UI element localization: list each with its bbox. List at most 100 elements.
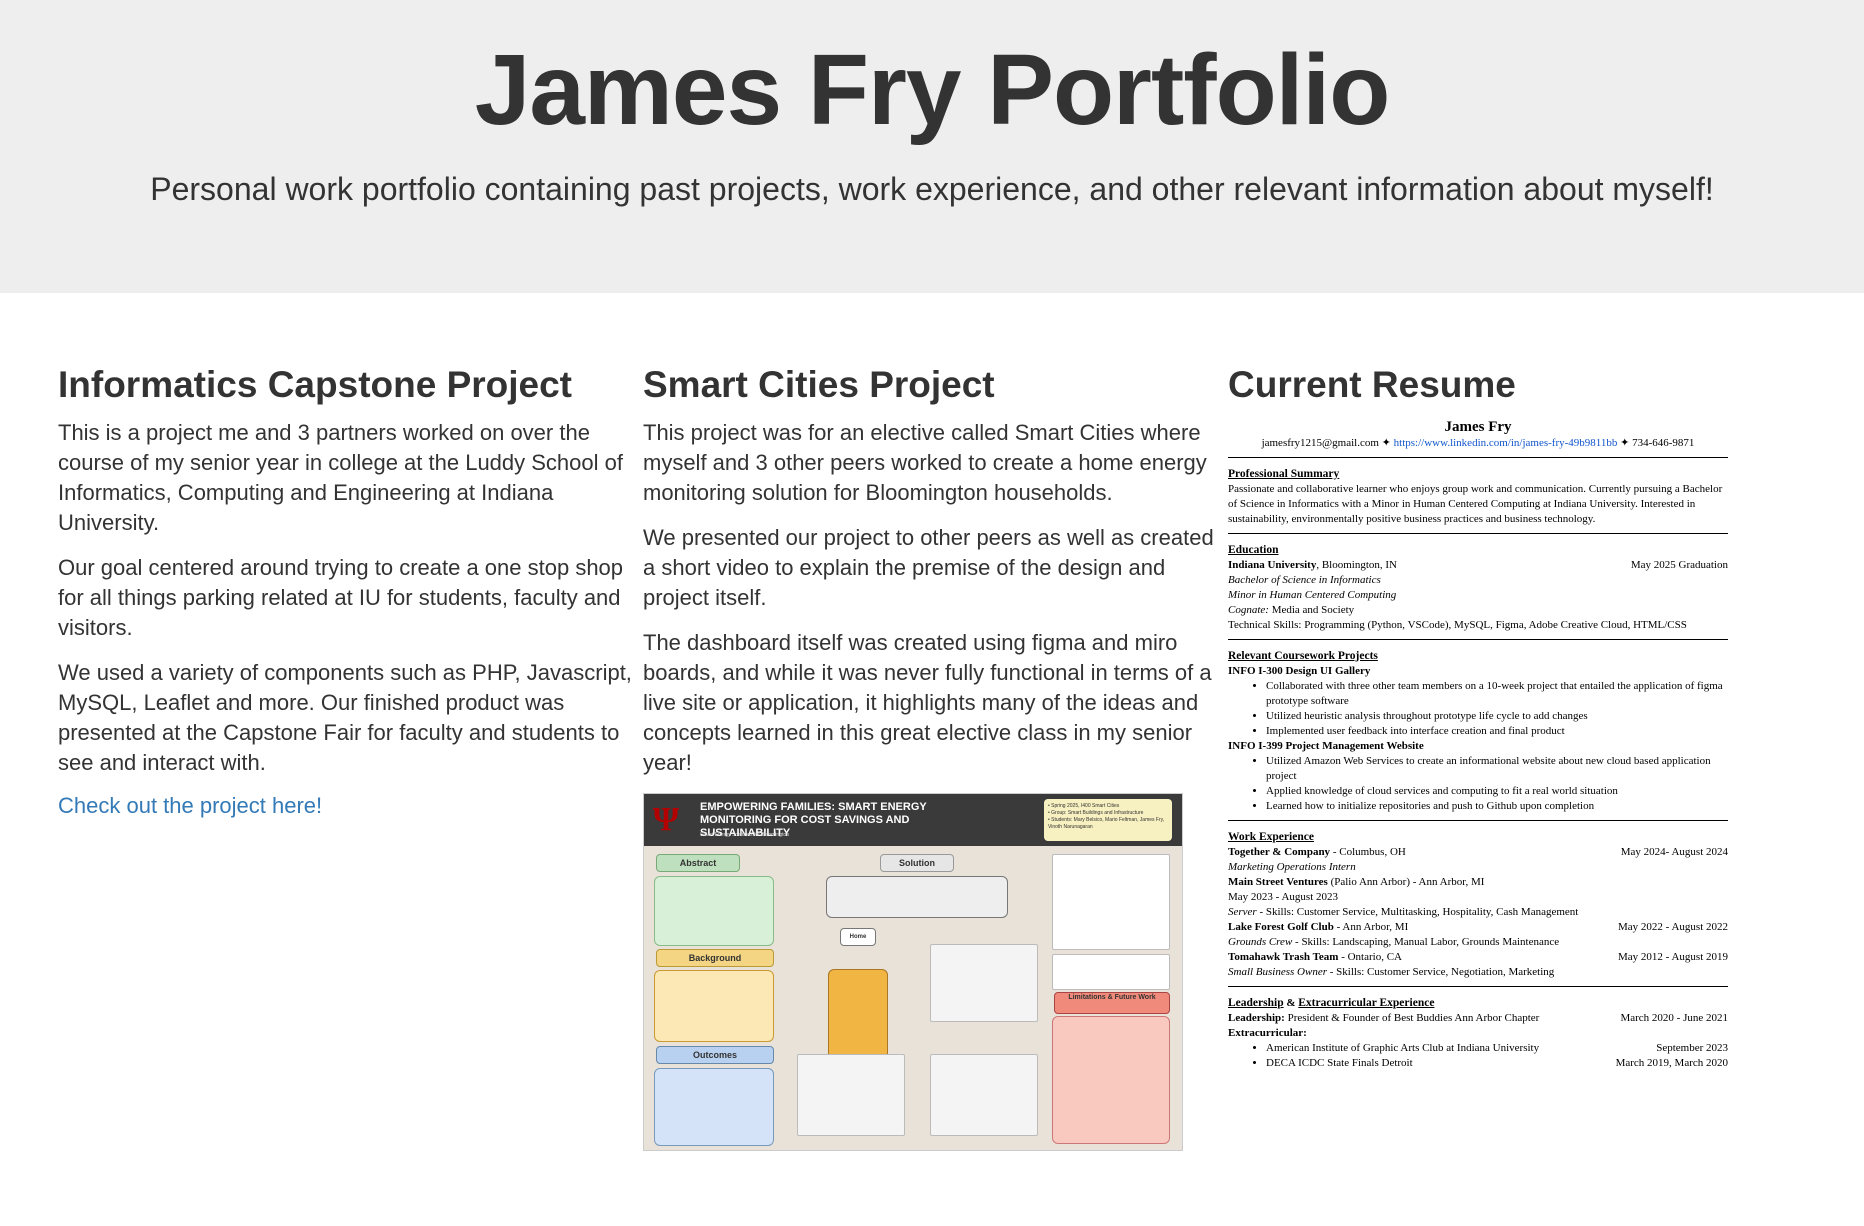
resume-work-role: Grounds Crew <box>1228 935 1293 948</box>
resume-divider <box>1228 638 1728 640</box>
resume-extra-text: American Institute of Graphic Arts Club … <box>1266 1041 1540 1054</box>
poster-background-label: Background <box>656 948 774 967</box>
resume-summary-title: Professional Summary <box>1228 467 1340 480</box>
resume-work-line: Main Street Ventures (Palio Ann Arbor) -… <box>1228 875 1728 890</box>
resume-work-role-line: Server - Skills: Customer Service, Multi… <box>1228 905 1728 920</box>
resume-work-location: - Ann Arbor, MI <box>1333 920 1409 933</box>
resume-contact: jamesfry1215@gmail.com ✦ https://www.lin… <box>1228 436 1728 451</box>
poster-limitations-label: Limitations & Future Work <box>1054 991 1170 1014</box>
resume-education-title: Education <box>1228 543 1279 556</box>
smart-cities-paragraph-3: The dashboard itself was created using f… <box>643 629 1212 775</box>
resume-image: James Fry jamesfry1215@gmail.com ✦ https… <box>1228 418 1728 1071</box>
resume-work-location: (Palio Ann Arbor) - Ann Arbor, MI <box>1327 875 1485 888</box>
resume-work-role: Small Business Owner <box>1228 965 1327 978</box>
resume-course-1-list: Collaborated with three other team membe… <box>1228 679 1728 739</box>
poster-header: Ψ EMPOWERING FAMILIES: SMART ENERGY MONI… <box>644 793 1182 846</box>
resume-course-2-list: Utilized Amazon Web Services to create a… <box>1228 754 1728 814</box>
poster-floorplan-screen <box>1052 853 1170 950</box>
smart-cities-column: Smart Cities Project This project was fo… <box>643 364 1228 1151</box>
iu-logo-icon: Ψ <box>652 800 680 838</box>
smart-cities-title: Smart Cities Project <box>643 364 995 405</box>
resume-work-org: Main Street Ventures <box>1228 875 1328 888</box>
resume-cognate-value: Media and Society <box>1268 603 1355 616</box>
capstone-title: Informatics Capstone Project <box>58 364 573 405</box>
list-item: DECA ICDC State Finals Detroit March 2019… <box>1266 1056 1728 1071</box>
resume-phone: ✦ 734-646-9871 <box>1617 436 1695 449</box>
resume-school-location: , Bloomington, IN <box>1316 558 1397 571</box>
resume-school: Indiana University <box>1228 558 1317 571</box>
resume-work-line: Lake Forest Golf Club - Ann Arbor, MI May… <box>1228 920 1728 935</box>
poster-solution-label: Solution <box>880 853 954 872</box>
resume-leadership-date: March 2020 - June 2021 <box>1620 1011 1728 1024</box>
resume-work-role: Server <box>1228 905 1257 918</box>
resume-linkedin: https://www.linkedin.com/in/james-fry-49… <box>1393 436 1618 449</box>
resume-work-date: May 2022 - August 2022 <box>1618 920 1728 933</box>
resume-email: jamesfry1215@gmail.com ✦ <box>1261 436 1394 449</box>
resume-course-2: INFO I-399 Project Management Website <box>1228 739 1424 752</box>
poster-background-box <box>654 969 774 1042</box>
resume-work-location: - Ontario, CA <box>1338 950 1402 963</box>
resume-work-date: May 2024- August 2024 <box>1620 845 1728 858</box>
resume-extracurricular-label: Extracurricular: <box>1228 1026 1307 1039</box>
resume-divider <box>1228 532 1728 534</box>
resume-divider <box>1228 456 1728 458</box>
poster-abstract-label: Abstract <box>656 853 740 872</box>
list-item: Utilized heuristic analysis throughout p… <box>1266 709 1728 724</box>
poster-info-line: • Group: Smart Buildings and Infrastruct… <box>1048 809 1144 816</box>
page-title: James Fry Portfolio <box>474 34 1391 146</box>
resume-extra-text: DECA ICDC State Finals Detroit <box>1266 1056 1413 1069</box>
poster-abstract-box <box>654 875 774 946</box>
list-item: Implemented user feedback into interface… <box>1266 724 1728 739</box>
poster-ac-screen <box>797 1053 905 1136</box>
resume-work-role-line: Grounds Crew - Skills: Landscaping, Manu… <box>1228 935 1728 950</box>
poster-home-label: Home <box>840 927 876 946</box>
list-item: Collaborated with three other team membe… <box>1266 679 1728 709</box>
resume-work-date: May 2012 - August 2019 <box>1618 950 1728 963</box>
projects-row: Informatics Capstone Project This is a p… <box>0 293 1864 1151</box>
poster-washer-screen <box>930 1053 1038 1136</box>
capstone-paragraph-2: Our goal centered around trying to creat… <box>58 554 624 640</box>
poster-info-line: • Spring 2025, I400 Smart Cities <box>1048 802 1120 809</box>
resume-name: James Fry <box>1444 418 1512 435</box>
resume-cognate-label: Cognate: <box>1228 603 1269 616</box>
resume-work-skills: - Skills: Landscaping, Manual Labor, Gro… <box>1292 935 1560 948</box>
resume-graduation-date: May 2025 Graduation <box>1630 558 1728 571</box>
poster-subtitle: Smart Energy Solutions for Bloomington <box>700 831 789 838</box>
resume-work-role-line: Small Business Owner - Skills: Customer … <box>1228 965 1728 980</box>
resume-leadership-line: Leadership: President & Founder of Best … <box>1228 1011 1728 1026</box>
capstone-project-link[interactable]: Check out the project here! <box>58 793 322 818</box>
poster-outcomes-label: Outcomes <box>656 1045 774 1064</box>
capstone-column: Informatics Capstone Project This is a p… <box>58 364 643 1151</box>
resume-degree: Bachelor of Science in Informatics <box>1228 573 1381 586</box>
list-item: Applied knowledge of cloud services and … <box>1266 784 1728 799</box>
resume-leadership-amp: & <box>1283 996 1299 1009</box>
resume-leadership-text: President & Founder of Best Buddies Ann … <box>1284 1011 1540 1024</box>
resume-extracurricular-heading: Extracurricular Experience <box>1298 996 1435 1009</box>
smart-cities-paragraph-1: This project was for an elective called … <box>643 419 1207 505</box>
resume-coursework-title: Relevant Coursework Projects <box>1228 649 1378 662</box>
resume-leadership-label: Leadership: <box>1228 1011 1285 1024</box>
resume-work-line: Together & Company - Columbus, OH May 202… <box>1228 845 1728 860</box>
resume-work-line: Tomahawk Trash Team - Ontario, CA May 201… <box>1228 950 1728 965</box>
poster-solution-box <box>826 875 1008 918</box>
poster-limitations-box <box>1052 1015 1170 1144</box>
resume-work-location: - Columbus, OH <box>1330 845 1406 858</box>
resume-work-role: Marketing Operations Intern <box>1228 860 1356 873</box>
poster-info-box: • Spring 2025, I400 Smart Cities • Group… <box>1044 798 1172 841</box>
resume-leadership-heading: Leadership <box>1228 996 1284 1009</box>
poster-household-box <box>828 968 888 1059</box>
resume-divider <box>1228 819 1728 821</box>
resume-work-org: Lake Forest Golf Club <box>1228 920 1334 933</box>
resume-summary: Passionate and collaborative learner who… <box>1228 482 1723 525</box>
resume-extra-date: March 2019, March 2020 <box>1615 1056 1728 1069</box>
resume-education-school-line: Indiana University, Bloomington, IN May 2… <box>1228 558 1728 573</box>
resume-work-org: Tomahawk Trash Team <box>1228 950 1339 963</box>
resume-minor: Minor in Human Centered Computing <box>1228 588 1397 601</box>
resume-extra-date: September 2023 <box>1656 1041 1728 1054</box>
smart-cities-paragraph-2: We presented our project to other peers … <box>643 524 1214 610</box>
poster-dashboard-screen <box>930 943 1038 1022</box>
poster-appliance-screen <box>1052 953 1170 990</box>
resume-divider <box>1228 985 1728 987</box>
resume-work-skills: - Skills: Customer Service, Multitasking… <box>1256 905 1579 918</box>
resume-cognate: Cognate: Media and Society <box>1228 603 1728 618</box>
